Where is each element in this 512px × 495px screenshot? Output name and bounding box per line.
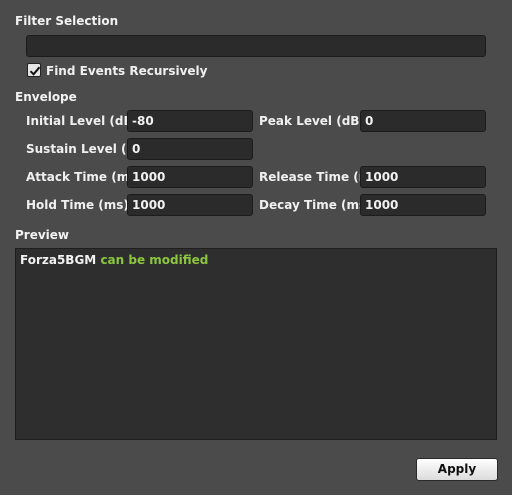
- filter-selection-input[interactable]: [26, 35, 486, 57]
- hold-time-input[interactable]: [127, 194, 253, 216]
- release-time-input[interactable]: [360, 166, 486, 188]
- filter-selection-heading: Filter Selection: [15, 14, 119, 28]
- peak-level-label: Peak Level (dB): [259, 114, 365, 128]
- initial-level-label: Initial Level (dB): [26, 114, 139, 128]
- attack-time-label: Attack Time (ms): [26, 170, 142, 184]
- preview-panel[interactable]: Forza5BGM can be modified: [15, 248, 497, 440]
- attack-time-input[interactable]: [127, 166, 253, 188]
- checkmark-icon: [29, 66, 41, 76]
- sustain-level-input[interactable]: [127, 138, 253, 160]
- hold-time-label: Hold Time (ms): [26, 198, 129, 212]
- apply-button[interactable]: Apply: [416, 458, 498, 481]
- envelope-heading: Envelope: [15, 90, 77, 104]
- decay-time-label: Decay Time (ms): [259, 198, 372, 212]
- find-events-recursively-label: Find Events Recursively: [46, 64, 208, 78]
- preview-list-item: Forza5BGM can be modified: [20, 253, 492, 267]
- preview-item-status: can be modified: [100, 253, 209, 267]
- decay-time-input[interactable]: [360, 194, 486, 216]
- peak-level-input[interactable]: [360, 110, 486, 132]
- preview-item-name: Forza5BGM: [20, 253, 97, 267]
- preview-heading: Preview: [15, 228, 70, 242]
- find-events-recursively-checkbox[interactable]: [27, 63, 41, 77]
- initial-level-input[interactable]: [127, 110, 253, 132]
